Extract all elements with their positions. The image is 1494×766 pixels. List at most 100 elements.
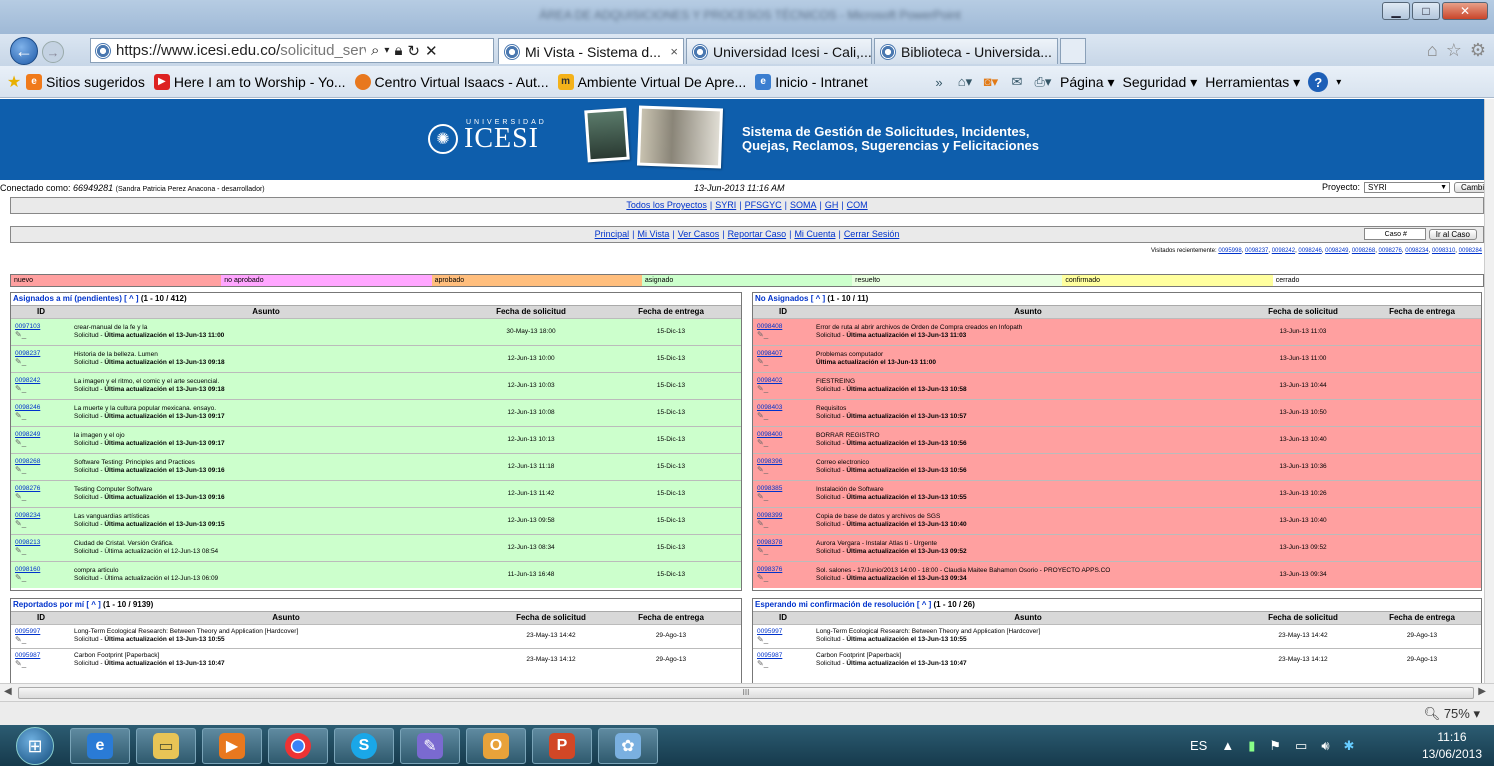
taskbar-paint[interactable]: ✿ — [598, 728, 658, 764]
case-id-link[interactable]: 0098268 — [12, 458, 40, 465]
change-project-button[interactable]: Cambiar — [1454, 181, 1484, 193]
menu-cerrar-sesion[interactable]: Cerrar Sesión — [844, 229, 900, 239]
favorite-link[interactable]: e Inicio - Intranet — [755, 73, 868, 90]
back-button[interactable]: ← — [10, 37, 38, 65]
edit-pencil-icon[interactable]: ✎_ — [12, 357, 26, 366]
start-button[interactable]: ⊞ — [16, 727, 54, 765]
visited-link[interactable]: 0098284 — [1459, 248, 1482, 254]
case-id-link[interactable]: 0098399 — [754, 512, 782, 519]
forward-button[interactable]: → — [42, 41, 64, 63]
project-link-soma[interactable]: SOMA — [790, 200, 817, 210]
case-id-link[interactable]: 0098400 — [754, 431, 782, 438]
scroll-thumb[interactable]: III — [18, 687, 1474, 699]
vertical-scrollbar[interactable] — [1484, 99, 1494, 683]
menu-ver-casos[interactable]: Ver Casos — [678, 229, 720, 239]
edit-pencil-icon[interactable]: ✎_ — [12, 519, 26, 528]
edit-pencil-icon[interactable]: ✎_ — [12, 411, 26, 420]
case-number-input[interactable]: Caso # — [1363, 228, 1426, 240]
menu-reportar-caso[interactable]: Reportar Caso — [728, 229, 787, 239]
tab-close-icon[interactable]: × — [670, 44, 678, 59]
case-id-link[interactable]: 0098407 — [754, 350, 782, 357]
taskbar-powerpoint[interactable]: P — [532, 728, 592, 764]
action-center-icon[interactable]: ⚑ — [1269, 738, 1281, 754]
print-icon[interactable]: ⎙▾ — [1034, 74, 1052, 90]
display-icon[interactable]: ▭ — [1295, 738, 1307, 754]
edit-pencil-icon[interactable]: ✎_ — [12, 635, 26, 644]
menu-mi-cuenta[interactable]: Mi Cuenta — [794, 229, 835, 239]
panel-nav-link[interactable]: [ ^ ] — [917, 600, 931, 609]
close-button[interactable]: ✕ — [1442, 2, 1488, 20]
address-bar[interactable]: https://www.icesi.edu.co/solicitud_servi… — [90, 38, 494, 63]
page-menu[interactable]: Página ▾ — [1060, 74, 1115, 91]
case-id-link[interactable]: 0095987 — [12, 652, 40, 659]
tab-biblioteca[interactable]: Biblioteca - Universida... — [874, 38, 1058, 64]
menu-principal[interactable]: Principal — [595, 229, 630, 239]
panel-title-link[interactable]: Asignados a mí (pendientes) — [13, 294, 122, 303]
case-id-link[interactable]: 0098408 — [754, 323, 782, 330]
project-link-gh[interactable]: GH — [825, 200, 839, 210]
visited-link[interactable]: 0098234 — [1405, 248, 1428, 254]
taskbar-outlook[interactable]: O — [466, 728, 526, 764]
go-to-case-button[interactable]: Ir al Caso — [1428, 228, 1477, 240]
tools-menu[interactable]: Herramientas ▾ — [1205, 74, 1300, 91]
project-link-pfsgyc[interactable]: PFSGYC — [745, 200, 782, 210]
scroll-left-icon[interactable]: ◀ — [4, 686, 12, 697]
visited-link[interactable]: 0098237 — [1245, 248, 1268, 254]
visited-link[interactable]: 0095998 — [1218, 248, 1241, 254]
project-link-all[interactable]: Todos los Proyectos — [626, 200, 707, 210]
case-id-link[interactable]: 0098402 — [754, 377, 782, 384]
maximize-button[interactable]: □ — [1412, 2, 1440, 20]
edit-pencil-icon[interactable]: ✎_ — [754, 659, 768, 668]
panel-nav-link[interactable]: [ ^ ] — [811, 294, 825, 303]
case-id-link[interactable]: 0098403 — [754, 404, 782, 411]
project-link-com[interactable]: COM — [847, 200, 868, 210]
favorite-link[interactable]: e Sitios sugeridos — [26, 73, 145, 90]
favorite-link[interactable]: ▶ Here I am to Worship - Yo... — [153, 73, 346, 90]
case-id-link[interactable]: 0098396 — [754, 458, 782, 465]
project-link-syri[interactable]: SYRI — [715, 200, 736, 210]
edit-pencil-icon[interactable]: ✎_ — [12, 492, 26, 501]
panel-nav-link[interactable]: [ ^ ] — [86, 600, 100, 609]
scroll-right-icon[interactable]: ▶ — [1478, 686, 1486, 697]
case-id-link[interactable]: 0098237 — [12, 350, 40, 357]
visited-link[interactable]: 0098249 — [1325, 248, 1348, 254]
help-icon[interactable]: ? — [1308, 72, 1329, 92]
clock[interactable]: 11:16 13/06/2013 — [1422, 729, 1482, 763]
taskbar-media[interactable]: ▶ — [202, 728, 262, 764]
mail-icon[interactable]: ✉ — [1008, 74, 1026, 90]
edit-pencil-icon[interactable]: ✎_ — [754, 411, 768, 420]
taskbar-ie[interactable]: e — [70, 728, 130, 764]
case-id-link[interactable]: 0098378 — [754, 539, 782, 546]
bluetooth-icon[interactable]: ✱ — [1344, 738, 1355, 754]
tab-mi-vista[interactable]: Mi Vista - Sistema d... × — [498, 38, 684, 64]
edit-pencil-icon[interactable]: ✎_ — [754, 384, 768, 393]
edit-pencil-icon[interactable]: ✎_ — [12, 465, 26, 474]
more-chevron-icon[interactable]: » — [930, 74, 948, 90]
show-hidden-icons[interactable]: ▲ — [1221, 738, 1234, 753]
settings-gear-icon[interactable]: ⚙ — [1470, 40, 1486, 61]
edit-pencil-icon[interactable]: ✎_ — [754, 635, 768, 644]
rss-feed-icon[interactable]: ◙▾ — [982, 74, 1000, 90]
case-id-link[interactable]: 0098242 — [12, 377, 40, 384]
edit-pencil-icon[interactable]: ✎_ — [754, 573, 768, 582]
taskbar-chrome[interactable] — [268, 728, 328, 764]
search-icon[interactable]: ⌕ — [371, 42, 379, 59]
edit-pencil-icon[interactable]: ✎_ — [12, 659, 26, 668]
visited-link[interactable]: 0098246 — [1298, 248, 1321, 254]
edit-pencil-icon[interactable]: ✎_ — [12, 546, 26, 555]
case-id-link[interactable]: 0098249 — [12, 431, 40, 438]
favorite-link[interactable]: m Ambiente Virtual De Apre... — [557, 73, 746, 90]
network-icon[interactable]: ▮ — [1248, 738, 1255, 754]
edit-pencil-icon[interactable]: ✎_ — [754, 546, 768, 555]
visited-link[interactable]: 0098268 — [1352, 248, 1375, 254]
edit-pencil-icon[interactable]: ✎_ — [754, 492, 768, 501]
menu-mi-vista[interactable]: Mi Vista — [638, 229, 670, 239]
zoom-control[interactable]: 🔍︎ 75% ▾ — [1424, 706, 1480, 722]
visited-link[interactable]: 0098276 — [1379, 248, 1402, 254]
edit-pencil-icon[interactable]: ✎_ — [754, 519, 768, 528]
edit-pencil-icon[interactable]: ✎_ — [12, 330, 26, 339]
new-tab-button[interactable] — [1060, 38, 1086, 64]
case-id-link[interactable]: 0095987 — [754, 652, 782, 659]
case-id-link[interactable]: 0098160 — [12, 566, 40, 573]
panel-title-link[interactable]: Reportados por mí — [13, 600, 84, 609]
